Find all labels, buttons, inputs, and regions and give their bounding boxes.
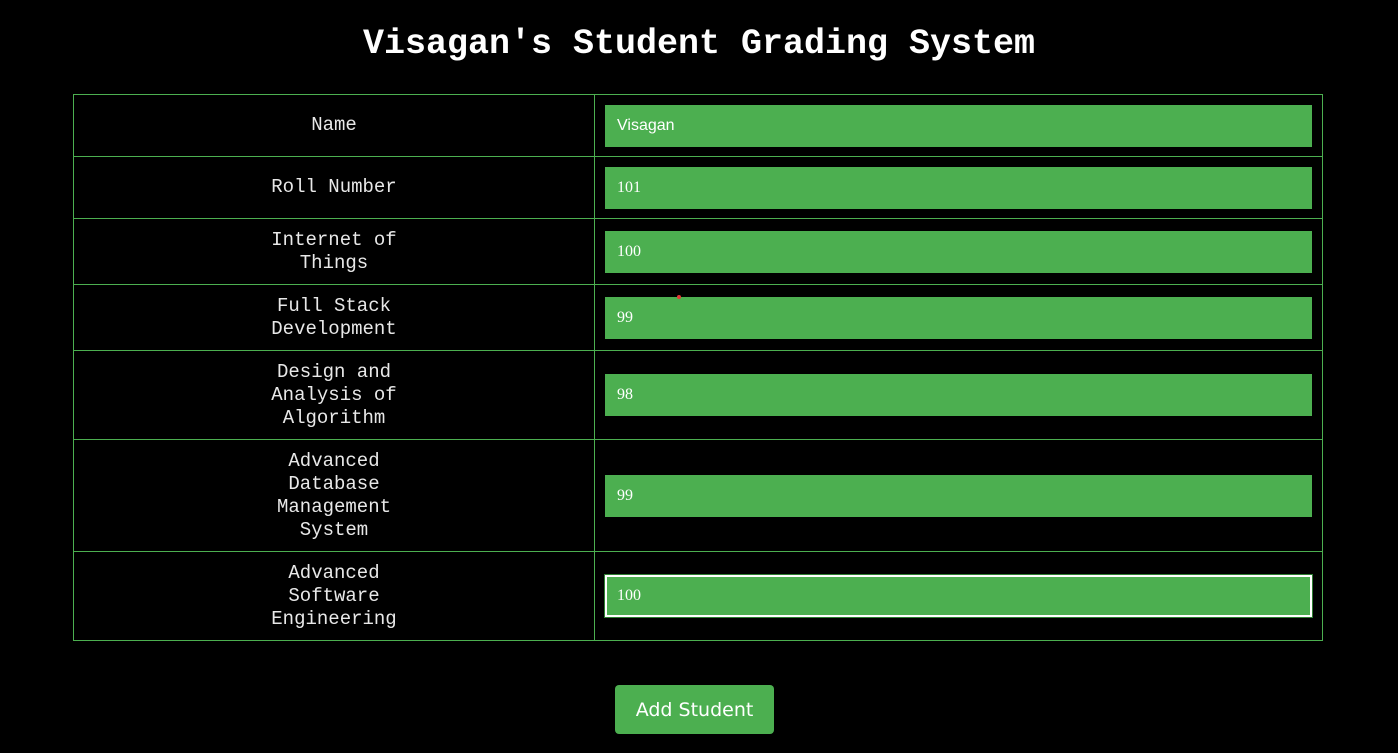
- input-cell: [594, 551, 1323, 641]
- form-row-iot: Internet of Things: [73, 218, 1323, 285]
- input-cell: [594, 284, 1323, 351]
- form-row-daa: Design and Analysis of Algorithm: [73, 350, 1323, 440]
- label-cell: Advanced Database Management System: [73, 439, 595, 552]
- input-cell: [594, 156, 1323, 219]
- input-cell: [594, 350, 1323, 440]
- form-row-roll-number: Roll Number: [73, 156, 1323, 219]
- label-cell: Name: [73, 94, 595, 157]
- add-student-button[interactable]: Add Student: [615, 685, 774, 734]
- mouse-cursor-dot: [677, 295, 681, 299]
- input-cell: [594, 94, 1323, 157]
- fsd-label: Full Stack Development: [271, 294, 397, 340]
- daa-label: Design and Analysis of Algorithm: [271, 360, 397, 429]
- label-cell: Advanced Software Engineering: [73, 551, 595, 641]
- label-cell: Roll Number: [73, 156, 595, 219]
- input-cell: [594, 439, 1323, 552]
- form-row-adbms: Advanced Database Management System: [73, 439, 1323, 552]
- student-form-table: Name Roll Number Internet of Things: [73, 94, 1323, 641]
- label-cell: Design and Analysis of Algorithm: [73, 350, 595, 440]
- ase-marks-input[interactable]: [605, 575, 1312, 617]
- daa-marks-input[interactable]: [605, 374, 1312, 416]
- ase-label: Advanced Software Engineering: [271, 561, 397, 630]
- label-cell: Internet of Things: [73, 218, 595, 285]
- form-row-name: Name: [73, 94, 1323, 157]
- fsd-marks-input[interactable]: [605, 296, 1312, 339]
- roll-number-label: Roll Number: [271, 176, 397, 198]
- adbms-label: Advanced Database Management System: [276, 449, 392, 541]
- name-label: Name: [311, 114, 357, 136]
- form-row-ase: Advanced Software Engineering: [73, 551, 1323, 641]
- iot-label: Internet of Things: [271, 228, 397, 274]
- iot-marks-input[interactable]: [605, 230, 1312, 273]
- form-row-fsd: Full Stack Development: [73, 284, 1323, 351]
- input-cell: [594, 218, 1323, 285]
- name-input[interactable]: [605, 104, 1312, 147]
- roll-number-input[interactable]: [605, 166, 1312, 209]
- page-title: Visagan's Student Grading System: [362, 24, 1036, 64]
- adbms-marks-input[interactable]: [605, 474, 1312, 517]
- label-cell: Full Stack Development: [73, 284, 595, 351]
